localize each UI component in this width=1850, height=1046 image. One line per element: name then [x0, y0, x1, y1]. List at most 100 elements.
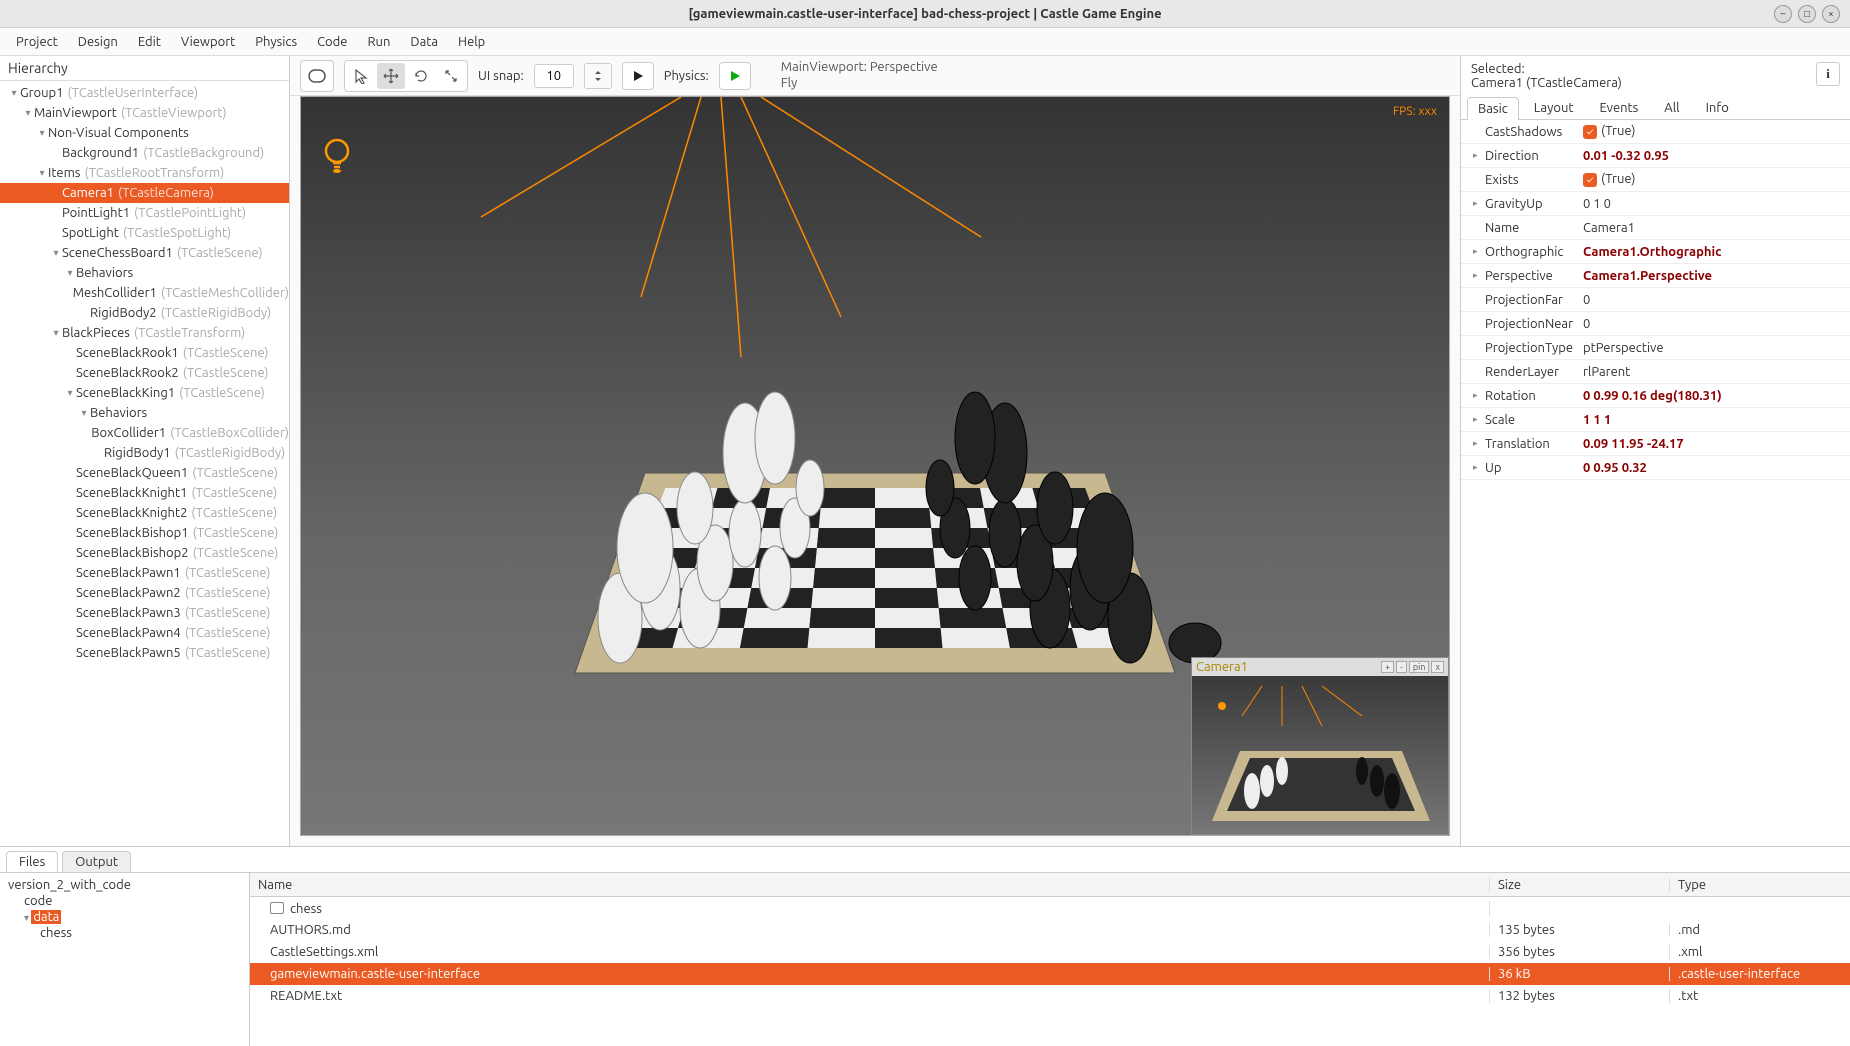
hierarchy-item[interactable]: ▾SceneBlackKing1(TCastleScene): [0, 383, 289, 403]
menu-project[interactable]: Project: [8, 31, 66, 53]
property-row[interactable]: ProjectionNear0: [1461, 312, 1850, 336]
hierarchy-item[interactable]: SceneBlackKnight2(TCastleScene): [0, 503, 289, 523]
col-type[interactable]: Type: [1670, 878, 1850, 892]
menu-design[interactable]: Design: [70, 31, 126, 53]
col-size[interactable]: Size: [1490, 878, 1670, 892]
file-tree[interactable]: version_2_with_codecode▾ datachess: [0, 873, 250, 1046]
file-row[interactable]: gameviewmain.castle-user-interface36 kB.…: [250, 963, 1850, 985]
snap-stepper[interactable]: [584, 63, 612, 89]
property-row[interactable]: ProjectionTypeptPerspective: [1461, 336, 1850, 360]
scale-tool-icon[interactable]: [437, 63, 465, 89]
snap-label: UI snap:: [478, 69, 524, 83]
menu-run[interactable]: Run: [359, 31, 398, 53]
file-row[interactable]: AUTHORS.md135 bytes.md: [250, 919, 1850, 941]
camera-preview-btn-x[interactable]: x: [1431, 661, 1444, 673]
physics-play-button[interactable]: [719, 62, 751, 90]
camera-preview-btn-+[interactable]: +: [1381, 661, 1394, 673]
hierarchy-item[interactable]: PointLight1(TCastlePointLight): [0, 203, 289, 223]
col-name[interactable]: Name: [250, 878, 1490, 892]
file-tree-item[interactable]: ▾ data: [4, 909, 245, 925]
checkbox-icon[interactable]: ✓: [1583, 125, 1597, 139]
camera-preview-btn-pin[interactable]: pin: [1409, 661, 1430, 673]
chessboard-scene: [515, 333, 1235, 713]
move-tool-icon[interactable]: [377, 63, 405, 89]
hierarchy-item[interactable]: ▾Non-Visual Components: [0, 123, 289, 143]
file-tree-item[interactable]: code: [4, 893, 245, 909]
bottom-tab-output[interactable]: Output: [62, 851, 131, 872]
inspector-tab-layout[interactable]: Layout: [1523, 96, 1585, 119]
hierarchy-item[interactable]: RigidBody2(TCastleRigidBody): [0, 303, 289, 323]
select-tool-icon[interactable]: [347, 63, 375, 89]
menu-viewport[interactable]: Viewport: [173, 31, 243, 53]
hierarchy-item[interactable]: ▾MainViewport(TCastleViewport): [0, 103, 289, 123]
property-row[interactable]: ▸Rotation0 0.99 0.16 deg(180.31): [1461, 384, 1850, 408]
hierarchy-tree[interactable]: ▾Group1(TCastleUserInterface)▾MainViewpo…: [0, 81, 289, 846]
hierarchy-item[interactable]: ▾BlackPieces(TCastleTransform): [0, 323, 289, 343]
property-row[interactable]: NameCamera1: [1461, 216, 1850, 240]
rotate-tool-icon[interactable]: [407, 63, 435, 89]
property-row[interactable]: ▸Translation0.09 11.95 -24.17: [1461, 432, 1850, 456]
hierarchy-item[interactable]: ▾Items(TCastleRootTransform): [0, 163, 289, 183]
property-row[interactable]: Exists✓(True): [1461, 168, 1850, 192]
hierarchy-item[interactable]: SceneBlackRook2(TCastleScene): [0, 363, 289, 383]
property-row[interactable]: ▸Up0 0.95 0.32: [1461, 456, 1850, 480]
viewport-3d[interactable]: FPS: xxx: [300, 96, 1450, 836]
hierarchy-item[interactable]: SpotLight(TCastleSpotLight): [0, 223, 289, 243]
file-row[interactable]: chess: [250, 897, 1850, 919]
close-button[interactable]: ×: [1822, 5, 1840, 23]
hierarchy-item[interactable]: ▾Behaviors: [0, 263, 289, 283]
hierarchy-item[interactable]: SceneBlackQueen1(TCastleScene): [0, 463, 289, 483]
hierarchy-item[interactable]: BoxCollider1(TCastleBoxCollider): [0, 423, 289, 443]
property-row[interactable]: ▸PerspectiveCamera1.Perspective: [1461, 264, 1850, 288]
hierarchy-item[interactable]: SceneBlackPawn2(TCastleScene): [0, 583, 289, 603]
property-row[interactable]: ▸OrthographicCamera1.Orthographic: [1461, 240, 1850, 264]
hierarchy-item[interactable]: SceneBlackPawn5(TCastleScene): [0, 643, 289, 663]
menu-edit[interactable]: Edit: [130, 31, 169, 53]
info-button[interactable]: i: [1816, 62, 1840, 86]
hierarchy-item[interactable]: MeshCollider1(TCastleMeshCollider): [0, 283, 289, 303]
property-row[interactable]: ▸GravityUp0 1 0: [1461, 192, 1850, 216]
inspector-tab-all[interactable]: All: [1653, 96, 1690, 119]
menu-help[interactable]: Help: [450, 31, 493, 53]
file-row[interactable]: CastleSettings.xml356 bytes.xml: [250, 941, 1850, 963]
camera-preview-btn--[interactable]: -: [1396, 661, 1407, 673]
property-row[interactable]: ▸Scale1 1 1: [1461, 408, 1850, 432]
hierarchy-item[interactable]: SceneBlackKnight1(TCastleScene): [0, 483, 289, 503]
file-list[interactable]: Name Size Type chessAUTHORS.md135 bytes.…: [250, 873, 1850, 1046]
hierarchy-item[interactable]: ▾Group1(TCastleUserInterface): [0, 83, 289, 103]
snap-input[interactable]: [534, 64, 574, 88]
menu-code[interactable]: Code: [309, 31, 355, 53]
camera-preview[interactable]: Camera1 +-pinx: [1191, 657, 1449, 835]
maximize-button[interactable]: □: [1798, 5, 1816, 23]
hierarchy-item[interactable]: ▾Behaviors: [0, 403, 289, 423]
inspector-tab-events[interactable]: Events: [1588, 96, 1649, 119]
hierarchy-item[interactable]: SceneBlackPawn1(TCastleScene): [0, 563, 289, 583]
hierarchy-item[interactable]: SceneBlackPawn4(TCastleScene): [0, 623, 289, 643]
property-row[interactable]: ▸Direction0.01 -0.32 0.95: [1461, 144, 1850, 168]
property-row[interactable]: ProjectionFar0: [1461, 288, 1850, 312]
hierarchy-item[interactable]: SceneBlackRook1(TCastleScene): [0, 343, 289, 363]
hierarchy-item[interactable]: SceneBlackPawn3(TCastleScene): [0, 603, 289, 623]
checkbox-icon[interactable]: ✓: [1583, 173, 1597, 187]
rect-tool-icon[interactable]: [303, 63, 331, 89]
inspector-tab-basic[interactable]: Basic: [1467, 97, 1519, 120]
bottom-tab-files[interactable]: Files: [6, 851, 58, 872]
hierarchy-item[interactable]: Background1(TCastleBackground): [0, 143, 289, 163]
hierarchy-item[interactable]: RigidBody1(TCastleRigidBody): [0, 443, 289, 463]
property-grid[interactable]: CastShadows✓(True)▸Direction0.01 -0.32 0…: [1461, 120, 1850, 846]
hierarchy-item[interactable]: SceneBlackBishop2(TCastleScene): [0, 543, 289, 563]
file-tree-item[interactable]: chess: [4, 925, 245, 941]
hierarchy-item[interactable]: SceneBlackBishop1(TCastleScene): [0, 523, 289, 543]
property-row[interactable]: CastShadows✓(True): [1461, 120, 1850, 144]
inspector-tab-info[interactable]: Info: [1695, 96, 1740, 119]
play-button[interactable]: [622, 62, 654, 90]
menu-data[interactable]: Data: [402, 31, 446, 53]
file-row[interactable]: README.txt132 bytes.txt: [250, 985, 1850, 1007]
inspector-panel: Selected: Camera1 (TCastleCamera) i Basi…: [1460, 56, 1850, 846]
property-row[interactable]: RenderLayerrlParent: [1461, 360, 1850, 384]
file-tree-item[interactable]: version_2_with_code: [4, 877, 245, 893]
hierarchy-item[interactable]: ▾SceneChessBoard1(TCastleScene): [0, 243, 289, 263]
menu-physics[interactable]: Physics: [247, 31, 305, 53]
minimize-button[interactable]: –: [1774, 5, 1792, 23]
hierarchy-item[interactable]: Camera1(TCastleCamera): [0, 183, 289, 203]
